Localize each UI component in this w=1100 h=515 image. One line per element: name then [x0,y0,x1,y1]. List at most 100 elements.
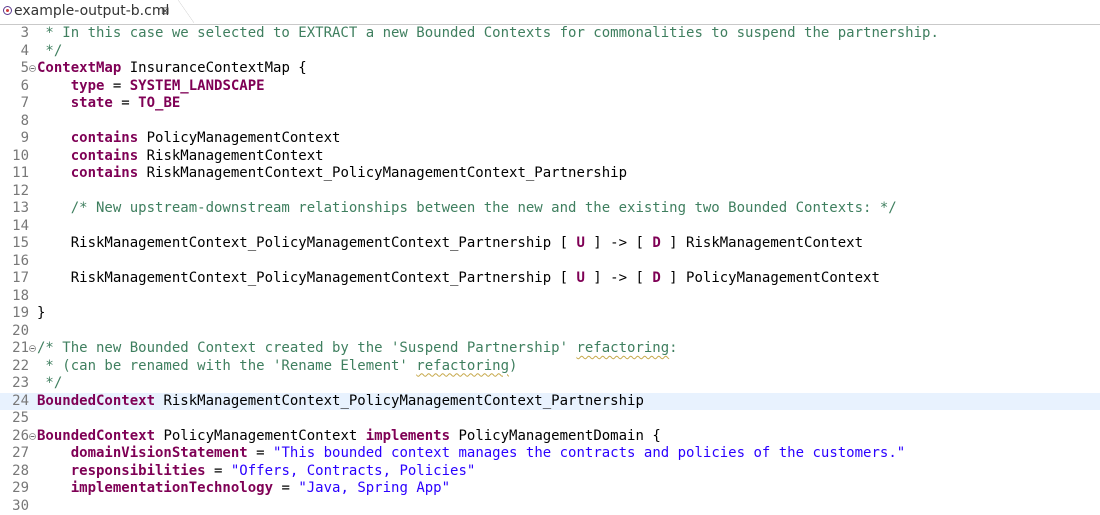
code-line[interactable]: 11 contains RiskManagementContext_Policy… [0,165,1100,183]
comment-token: */ [37,43,62,59]
code-line[interactable]: 6 type = SYSTEM_LANDSCAPE [0,78,1100,96]
code-line[interactable]: 20 [0,323,1100,341]
code-editor[interactable]: 3 * In this case we selected to EXTRACT … [0,25,1100,508]
fold-toggle-icon[interactable] [29,345,36,352]
line-number: 29 [0,480,29,498]
fold-toggle-icon[interactable] [29,65,36,72]
keyword-token: ContextMap [37,60,121,76]
line-number: 19 [0,305,29,323]
code-line[interactable]: 13 /* New upstream-downstream relationsh… [0,200,1100,218]
tab-title: example-output-b.cml [14,0,169,23]
code-text: */ [37,43,62,61]
line-number: 20 [0,323,29,341]
line-number: 24 [0,393,29,411]
code-line[interactable]: 10 contains RiskManagementContext [0,148,1100,166]
text-token [37,200,71,216]
code-text: RiskManagementContext_PolicyManagementCo… [37,270,880,288]
text-token: InsuranceContextMap { [121,60,306,76]
line-number: 21 [0,340,29,358]
line-number: 23 [0,375,29,393]
text-token: RiskManagementContext_PolicyManagementCo… [138,165,627,181]
string-token: "Java, Spring App" [298,480,450,496]
line-number: 15 [0,235,29,253]
cml-file-icon [3,6,12,15]
code-text: state = TO_BE [37,95,180,113]
code-line[interactable]: 18 [0,288,1100,306]
code-line[interactable]: 24 BoundedContext RiskManagementContext_P… [0,393,1100,411]
code-line[interactable]: 8 [0,113,1100,131]
text-token [37,130,71,146]
comment-token: ) [509,358,517,374]
code-line[interactable]: 16 [0,253,1100,271]
text-token [37,165,71,181]
text-token: RiskManagementContext_PolicyManagementCo… [37,235,576,251]
code-line[interactable]: 28 responsibilities = "Offers, Contracts… [0,463,1100,481]
code-line[interactable]: 22 * (can be renamed with the 'Rename El… [0,358,1100,376]
code-line[interactable]: 19} [0,305,1100,323]
comment-token: : [669,340,677,356]
text-token: = [104,78,129,94]
spelling-warning-token: refactoring [416,358,509,374]
line-number: 8 [0,113,29,131]
code-line[interactable]: 26BoundedContext PolicyManagementContext… [0,428,1100,446]
line-number: 12 [0,183,29,201]
line-number: 14 [0,218,29,236]
text-token: RiskManagementContext [138,148,323,164]
keyword-token: BoundedContext [37,393,155,409]
code-line[interactable]: 7 state = TO_BE [0,95,1100,113]
code-line[interactable]: 3 * In this case we selected to EXTRACT … [0,25,1100,43]
keyword-token: responsibilities [71,463,206,479]
editor-tab[interactable]: example-output-b.cml ⊠ [0,0,179,23]
text-token: ] RiskManagementContext [661,235,863,251]
line-number: 6 [0,78,29,96]
code-line[interactable]: 30 [0,498,1100,515]
comment-token: /* New upstream-downstream relationships… [71,200,897,216]
code-text: RiskManagementContext_PolicyManagementCo… [37,235,863,253]
spelling-warning-token: refactoring [576,340,669,356]
code-line[interactable]: 4 */ [0,43,1100,61]
text-token: } [37,305,45,321]
keyword-token: contains [71,148,138,164]
text-token: = [206,463,231,479]
comment-token: /* The new Bounded Context created by th… [37,340,576,356]
code-line[interactable]: 9 contains PolicyManagementContext [0,130,1100,148]
code-line[interactable]: 17 RiskManagementContext_PolicyManagemen… [0,270,1100,288]
code-text: contains RiskManagementContext_PolicyMan… [37,165,627,183]
code-text: ContextMap InsuranceContextMap { [37,60,307,78]
code-line[interactable]: 23 */ [0,375,1100,393]
line-number: 22 [0,358,29,376]
fold-toggle-icon[interactable] [29,433,36,440]
code-line[interactable]: 21 /* The new Bounded Context created by … [0,340,1100,358]
text-token: = [113,95,138,111]
code-line[interactable]: 25 [0,410,1100,428]
code-text: type = SYSTEM_LANDSCAPE [37,78,265,96]
code-line[interactable]: 29 implementationTechnology = "Java, Spr… [0,480,1100,498]
line-number: 4 [0,43,29,61]
code-line[interactable]: 15 RiskManagementContext_PolicyManagemen… [0,235,1100,253]
keyword-token: SYSTEM_LANDSCAPE [130,78,265,94]
code-text: * (can be renamed with the 'Rename Eleme… [37,358,517,376]
close-icon[interactable]: ⊠ [161,0,169,23]
keyword-token: BoundedContext [37,428,155,444]
code-line[interactable]: 14 [0,218,1100,236]
tab-edge [178,0,194,23]
code-text: * In this case we selected to EXTRACT a … [37,25,939,43]
line-number: 7 [0,95,29,113]
keyword-token: state [71,95,113,111]
line-number: 13 [0,200,29,218]
code-text: contains RiskManagementContext [37,148,324,166]
line-number: 16 [0,253,29,271]
code-text: BoundedContext RiskManagementContext_Pol… [37,393,644,411]
keyword-token: U [576,270,584,286]
text-token: PolicyManagementContext [155,428,366,444]
line-number: 25 [0,410,29,428]
code-text: contains PolicyManagementContext [37,130,340,148]
code-text: domainVisionStatement = "This bounded co… [37,445,905,463]
code-line[interactable]: 12 [0,183,1100,201]
code-line[interactable]: 5ContextMap InsuranceContextMap { [0,60,1100,78]
keyword-token: type [71,78,105,94]
line-number: 27 [0,445,29,463]
text-token: RiskManagementContext_PolicyManagementCo… [37,270,576,286]
code-line[interactable]: 27 domainVisionStatement = "This bounded… [0,445,1100,463]
string-token: "This bounded context manages the contra… [273,445,905,461]
